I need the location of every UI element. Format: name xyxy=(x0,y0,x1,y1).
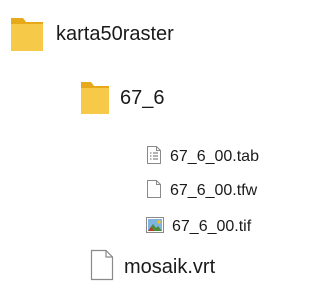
folder-icon xyxy=(10,12,44,57)
tree-item-file-tif[interactable]: 67_6_00.tif xyxy=(146,215,251,239)
tree-item-file-vrt[interactable]: mosaik.vrt xyxy=(90,249,216,286)
tree-item-file-tab[interactable]: 67_6_00.tab xyxy=(146,145,259,169)
folder-icon xyxy=(80,77,110,120)
text-file-icon xyxy=(146,145,162,170)
tree-item-label: 67_6 xyxy=(120,86,165,109)
blank-file-icon xyxy=(146,179,162,204)
tree-item-karta50raster[interactable]: karta50raster xyxy=(10,14,174,54)
tree-item-label: 67_6_00.tab xyxy=(170,148,259,165)
file-tree: karta50raster 67_6 67_6_00.tab 67_6_00.t… xyxy=(0,0,289,296)
blank-file-icon xyxy=(90,249,114,286)
tree-item-label: 67_6_00.tfw xyxy=(170,182,258,199)
image-file-icon xyxy=(146,216,164,238)
tree-item-label: 67_6_00.tif xyxy=(172,218,252,235)
tree-item-label: karta50raster xyxy=(56,22,174,45)
tree-item-file-tfw[interactable]: 67_6_00.tfw xyxy=(146,179,257,203)
tree-item-label: mosaik.vrt xyxy=(124,255,216,278)
tree-item-67-6[interactable]: 67_6 xyxy=(80,78,165,118)
